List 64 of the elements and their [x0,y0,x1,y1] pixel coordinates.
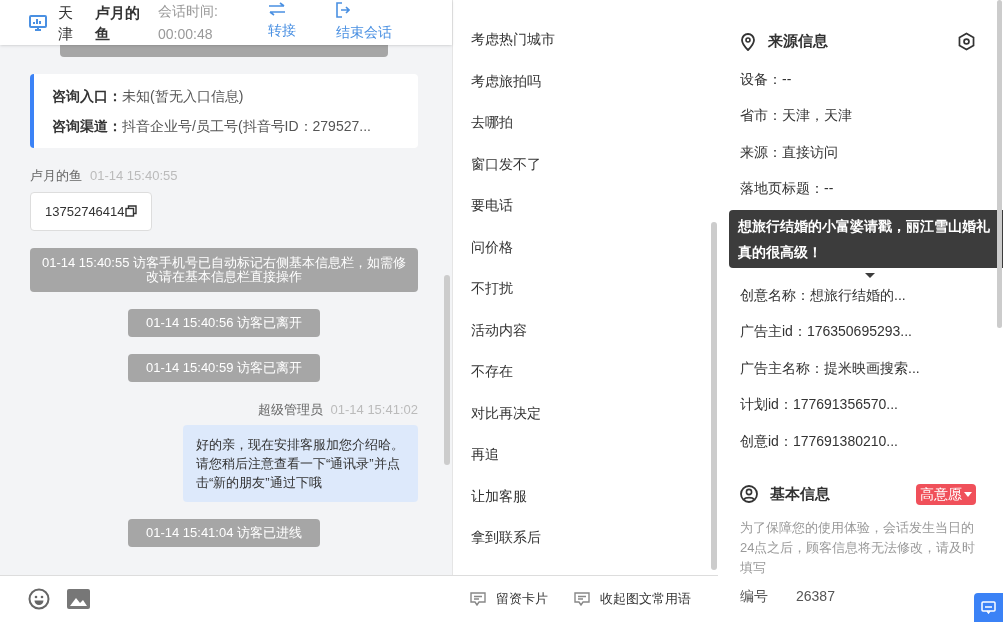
info-row-text: 创意id：177691380210... [740,431,898,451]
quick-reply[interactable]: 不打扰 [471,268,513,310]
info-row-text: 来源：直接访问 [740,142,838,162]
notice-text: 为了保障您的使用体验，会话发生当日的24点之后，顾客信息将无法修改，请及时填写 [740,518,976,577]
tooltip: 想旅行结婚的小富婆请戳，丽江雪山婚礼真的很高级！ [729,209,1003,268]
info-row-text: 设备：-- [740,69,792,89]
info-row-text: 广告主id：176350695293... [740,322,912,341]
emoji-icon[interactable] [28,588,50,610]
info-row-text: 广告主名称：提米映画搜索... [740,358,920,378]
entry-value: 未知(暂无入口信息) [122,87,244,106]
message-time: 01-14 15:41:02 [330,401,418,419]
entry-label: 咨询渠道： [52,117,122,136]
sender-name: 卢月的鱼 [30,167,82,185]
intent-dropdown[interactable]: 高意愿 [916,483,976,505]
phone-number: 13752746414 [45,202,125,221]
location-pin-icon [740,31,756,51]
user-icon [740,485,758,504]
message-icon [470,592,486,606]
info-row-text: 省市：天津，天津 [740,106,852,125]
chat-bubble: 好的亲，现在安排客服加您介绍哈。请您稍后注意查看一下“通讯录”并点击“新的朋友”通过下哦 [183,424,418,502]
quick-reply[interactable]: 窗口发不了 [471,143,541,185]
chat-float-button[interactable] [974,593,1003,622]
field-value: 26387 [796,586,835,606]
quick-action-button[interactable]: 留资卡片 [470,589,548,609]
visitor-name: 卢月的鱼 [95,2,141,44]
copy-icon[interactable] [124,205,137,218]
quick-reply[interactable]: 不存在 [471,351,513,393]
message-icon [574,592,590,606]
quick-reply[interactable]: 要电话 [471,185,513,227]
quick-reply[interactable]: 再追 [471,434,499,476]
chat-icon [981,601,996,614]
session-timer: 00:00:48 [158,24,214,44]
sender-name: 超级管理员 [257,401,323,419]
section-title: 来源信息 [768,31,828,51]
info-row-text: 计划id：177691356570... [740,395,898,414]
info-row-text: 创意名称：想旅行结婚的... [740,285,906,305]
quick-reply[interactable]: 拿到联系后 [471,517,541,559]
entry-label: 咨询入口： [52,87,122,106]
entry-value: 抖音企业号/员工号(抖音号ID：279527... [122,117,371,136]
system-message: 01-14 15:41:04 访客已进线 [128,518,320,547]
transfer-icon [267,2,286,16]
exit-icon [335,2,350,18]
settings-icon[interactable] [957,31,976,51]
quick-action-button[interactable]: 收起图文常用语 [574,589,691,609]
quick-reply[interactable]: 考虑旅拍吗 [471,60,541,102]
system-message: 01-14 15:40:55 访客手机号已自动标记右侧基本信息栏，如需修改请在基本信息栏直接操作 [30,248,418,292]
info-row-text: 落地页标题：-- [740,179,834,198]
image-icon[interactable] [67,589,90,609]
tooltip-arrow [865,272,875,278]
monitor-icon [28,12,48,33]
system-message: 01-14 15:40:56 访客已离开 [128,309,320,337]
quick-reply[interactable]: 问价格 [471,226,513,268]
quick-reply[interactable]: 去哪拍 [471,102,513,144]
message-time: 01-14 15:40:55 [90,167,178,185]
caret-icon [964,491,972,497]
section-title: 基本信息 [770,484,830,504]
visitor-city: 天津 [58,2,74,44]
session-time-label: 会话时间: [158,1,218,21]
system-message: 01-14 15:40:59 访客已离开 [128,354,320,382]
quick-reply[interactable]: 活动内容 [471,309,527,351]
field-label: 编号 [740,586,769,606]
quick-reply[interactable]: 考虑热门城市 [471,19,555,61]
quick-reply[interactable]: 让加客服 [471,475,527,517]
quick-reply[interactable]: 对比再决定 [471,392,541,434]
